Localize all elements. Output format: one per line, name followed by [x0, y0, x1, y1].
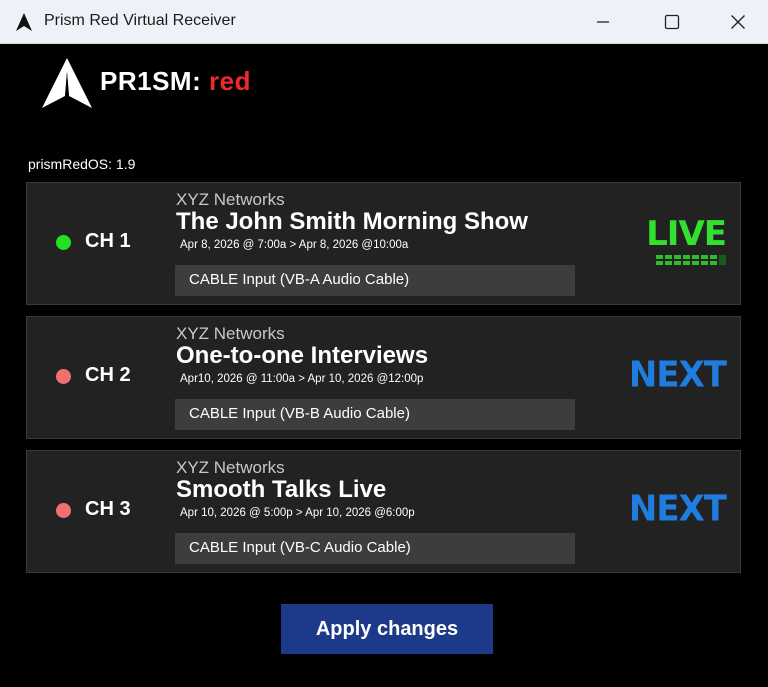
network-name: XYZ Networks	[176, 190, 285, 209]
window-titlebar: Prism Red Virtual Receiver	[0, 0, 768, 44]
minimize-button[interactable]	[580, 0, 626, 44]
minimize-icon	[597, 21, 609, 23]
brand-wordmark: PR1SM: red	[100, 66, 251, 97]
channel-label: CH 1	[85, 230, 131, 252]
audio-input-select[interactable]: CABLE Input (VB-C Audio Cable)	[175, 533, 575, 564]
maximize-icon	[664, 14, 680, 30]
channel-card: CH 1 XYZ Networks The John Smith Morning…	[26, 182, 741, 305]
audio-input-select[interactable]: CABLE Input (VB-B Audio Cable)	[175, 399, 575, 430]
audio-input-select[interactable]: CABLE Input (VB-A Audio Cable)	[175, 265, 575, 296]
channel-label: CH 3	[85, 498, 131, 520]
network-name: XYZ Networks	[176, 324, 285, 343]
channel-card: CH 3 XYZ Networks Smooth Talks Live Apr …	[26, 450, 741, 573]
status-dot-icon	[56, 235, 71, 250]
brand-suffix: red	[208, 66, 251, 96]
network-name: XYZ Networks	[176, 458, 285, 477]
show-schedule: Apr 8, 2026 @ 7:00a > Apr 8, 2026 @10:00…	[180, 239, 409, 251]
show-schedule: Apr 10, 2026 @ 5:00p > Apr 10, 2026 @6:0…	[180, 507, 415, 519]
main-panel: PR1SM: red prismRedOS: 1.9 CH 1 XYZ Netw…	[0, 44, 768, 687]
show-title: The John Smith Morning Show	[176, 208, 528, 235]
status-dot-icon	[56, 369, 71, 384]
status-dot-icon	[56, 503, 71, 518]
show-title: One-to-one Interviews	[176, 342, 429, 369]
channel-card: CH 2 XYZ Networks One-to-one Interviews …	[26, 316, 741, 439]
prism-logo-icon	[42, 58, 92, 108]
close-button[interactable]	[715, 0, 761, 44]
channel-label: CH 2	[85, 364, 131, 386]
maximize-button[interactable]	[649, 0, 695, 44]
brand-name: PR1SM:	[100, 66, 202, 96]
level-meter-icon	[656, 255, 726, 265]
close-icon	[731, 15, 745, 29]
os-version-label: prismRedOS: 1.9	[28, 156, 136, 172]
apply-changes-button[interactable]: Apply changes	[281, 604, 493, 654]
next-badge: NEXT	[628, 488, 727, 530]
live-badge: LIVE	[646, 214, 727, 254]
window-title: Prism Red Virtual Receiver	[44, 12, 236, 29]
prism-app-icon	[16, 13, 32, 31]
show-schedule: Apr10, 2026 @ 11:00a > Apr 10, 2026 @12:…	[180, 373, 424, 385]
next-badge: NEXT	[628, 354, 727, 396]
show-title: Smooth Talks Live	[176, 476, 387, 503]
